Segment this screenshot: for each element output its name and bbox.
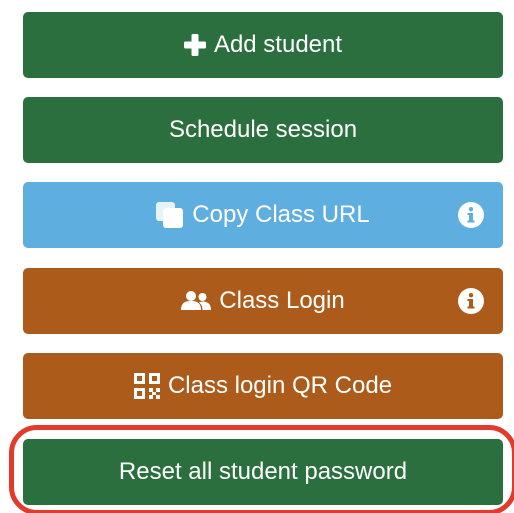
reset-all-passwords-button[interactable]: Reset all student password bbox=[23, 439, 503, 505]
users-icon bbox=[181, 290, 212, 312]
class-login-qr-label: Class login QR Code bbox=[167, 372, 393, 399]
copy-class-url-label: Copy Class URL bbox=[192, 201, 370, 228]
schedule-session-label: Schedule session bbox=[168, 116, 358, 143]
reset-all-passwords-label: Reset all student password bbox=[118, 458, 408, 485]
copy-icon bbox=[156, 202, 184, 228]
info-icon[interactable] bbox=[457, 201, 485, 229]
add-student-button[interactable]: Add student bbox=[23, 12, 503, 78]
schedule-session-button[interactable]: Schedule session bbox=[23, 97, 503, 163]
class-login-qr-button[interactable]: Class login QR Code bbox=[23, 353, 503, 419]
copy-class-url-button[interactable]: Copy Class URL bbox=[23, 182, 503, 248]
add-student-label: Add student bbox=[213, 31, 343, 58]
plus-icon bbox=[183, 34, 206, 56]
class-login-label: Class Login bbox=[219, 287, 345, 314]
action-buttons-panel: Add student Schedule session Copy Class … bbox=[0, 0, 514, 513]
class-login-button[interactable]: Class Login bbox=[23, 268, 503, 334]
qr-code-icon bbox=[133, 373, 160, 399]
info-icon[interactable] bbox=[457, 287, 485, 315]
